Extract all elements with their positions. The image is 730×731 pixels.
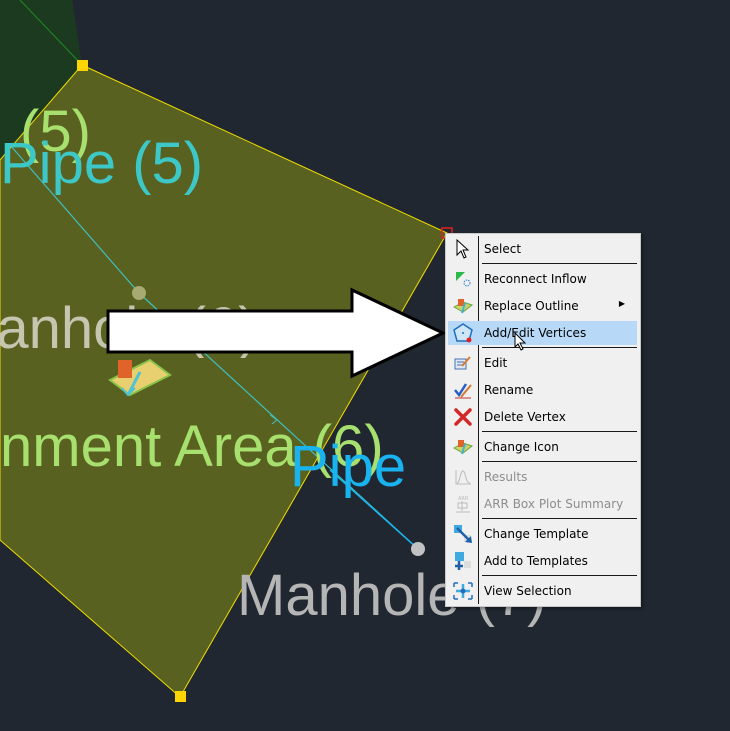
pentagon-vertex-icon (450, 322, 476, 344)
menu-item-label: Change Template (484, 527, 589, 541)
vertex-handle[interactable] (175, 691, 186, 702)
menu-item-delete-vertex[interactable]: Delete Vertex (448, 405, 637, 429)
replace-outline-icon (450, 295, 476, 317)
manhole-7-node[interactable] (411, 542, 425, 556)
add-template-icon (450, 550, 476, 572)
mouse-cursor-icon (514, 332, 527, 351)
menu-item-select[interactable]: Select (448, 237, 637, 261)
menu-item-arr-box-plot-summary: ARR ARR Box Plot Summary (448, 492, 637, 516)
menu-item-results: Results (448, 465, 637, 489)
manhole-6-label-text: Manhole (6) (0, 296, 258, 361)
menu-separator (482, 347, 637, 348)
change-template-icon (450, 523, 476, 545)
rename-check-pencil-icon (450, 379, 476, 401)
menu-item-reconnect-inflow[interactable]: Reconnect Inflow (448, 267, 637, 291)
menu-item-label: Edit (484, 356, 508, 370)
edit-pencil-icon (450, 352, 476, 374)
menu-item-edit[interactable]: Edit (448, 351, 637, 375)
menu-item-rename[interactable]: Rename (448, 378, 637, 402)
manhole-6-label: Manhole (6) (0, 300, 309, 358)
menu-item-change-template[interactable]: Change Template (448, 522, 637, 546)
menu-item-label: Change Icon (484, 440, 559, 454)
menu-item-add-edit-vertices[interactable]: Add/Edit Vertices (448, 321, 637, 345)
menu-item-replace-outline[interactable]: Replace Outline ▶ (448, 294, 637, 318)
red-x-delete-icon (450, 406, 476, 428)
menu-item-view-selection[interactable]: View Selection (448, 579, 637, 603)
pipe-5-label: Pipe (5) (0, 131, 204, 196)
menu-item-label: ARR Box Plot Summary (484, 497, 624, 511)
manhole-6-node[interactable] (132, 286, 146, 300)
menu-item-label: Results (484, 470, 528, 484)
pointer-arrow-icon (450, 238, 476, 260)
view-selection-icon (450, 580, 476, 602)
menu-item-label: Replace Outline (484, 299, 579, 313)
submenu-arrow-icon: ▶ (618, 299, 625, 308)
menu-item-label: Select (484, 242, 522, 256)
pipe-6-label: Pipe (290, 434, 407, 499)
menu-separator (482, 461, 637, 462)
menu-separator (482, 263, 637, 264)
menu-item-label: Add/Edit Vertices (484, 326, 587, 340)
change-icon-icon (450, 436, 476, 458)
svg-text:ARR: ARR (458, 496, 469, 502)
vertex-handle[interactable] (77, 60, 88, 71)
menu-item-label: Reconnect Inflow (484, 272, 587, 286)
box-plot-icon: ARR (450, 493, 476, 515)
menu-item-label: Rename (484, 383, 534, 397)
menu-item-label: View Selection (484, 584, 572, 598)
menu-item-add-to-templates[interactable]: Add to Templates (448, 549, 637, 573)
menu-item-label: Delete Vertex (484, 410, 566, 424)
menu-separator (482, 575, 637, 576)
reconnect-inflow-icon (450, 268, 476, 290)
menu-separator (482, 431, 637, 432)
menu-separator (482, 518, 637, 519)
menu-item-label: Add to Templates (484, 554, 588, 568)
results-graph-icon (450, 466, 476, 488)
menu-item-change-icon[interactable]: Change Icon (448, 435, 637, 459)
context-menu[interactable]: Select Reconnect Inflow Replace Outline … (445, 233, 641, 607)
